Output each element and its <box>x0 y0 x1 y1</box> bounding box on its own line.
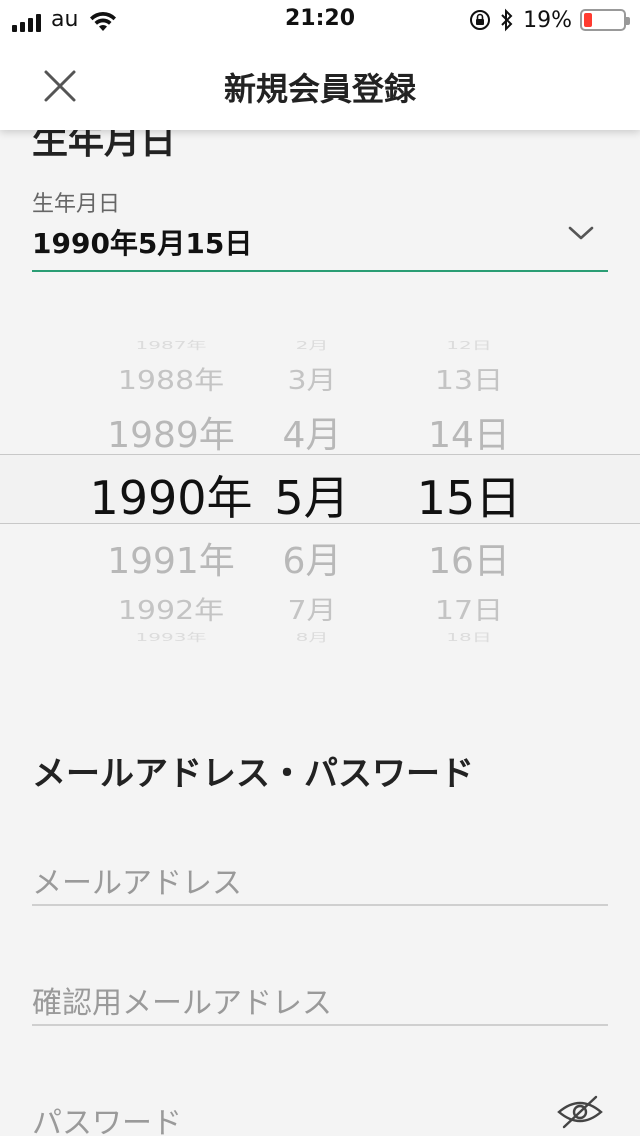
password-placeholder: パスワード <box>32 1106 182 1136</box>
password-field[interactable]: パスワード <box>32 1086 608 1136</box>
status-bar: au 21:20 19% <box>0 0 640 40</box>
picker-year-option[interactable]: 1991年 <box>76 532 266 584</box>
email-placeholder: メールアドレス <box>32 866 242 901</box>
picker-year-selected[interactable]: 1990年 <box>76 462 266 528</box>
picker-day-option[interactable]: 14日 <box>404 406 534 458</box>
page-title: 新規会員登録 <box>223 70 416 108</box>
picker-year-option[interactable]: 1992年 <box>76 589 266 626</box>
eye-off-icon[interactable] <box>556 1094 604 1130</box>
picker-year-option[interactable]: 1989年 <box>76 406 266 458</box>
picker-month-selected[interactable]: 5月 <box>262 462 362 528</box>
picker-day-option[interactable]: 13日 <box>404 359 534 396</box>
picker-day-option[interactable]: 17日 <box>404 589 534 626</box>
picker-day-column[interactable]: 12日 13日 14日 15日 16日 17日 18日 <box>404 322 534 652</box>
picker-day-option[interactable]: 18日 <box>404 629 534 645</box>
picker-day-selected[interactable]: 15日 <box>404 462 534 528</box>
chevron-down-icon <box>568 226 594 240</box>
picker-month-option[interactable]: 4月 <box>262 406 362 458</box>
picker-month-option[interactable]: 2月 <box>262 337 362 353</box>
picker-month-option[interactable]: 7月 <box>262 589 362 626</box>
email-confirm-placeholder: 確認用メールアドレス <box>32 986 332 1021</box>
screen: au 21:20 19% 新規会員登録 生年月日 生年月日 1990年5月15日… <box>0 0 640 1136</box>
orientation-lock-icon <box>470 10 491 30</box>
picker-month-option[interactable]: 8月 <box>262 629 362 645</box>
birthday-field[interactable]: 生年月日 1990年5月15日 <box>32 186 608 272</box>
status-right: 19% <box>469 7 630 33</box>
picker-day-option[interactable]: 16日 <box>404 532 534 584</box>
date-picker[interactable]: 1987年 1988年 1989年 1990年 1991年 1992年 1993… <box>0 322 640 652</box>
bluetooth-icon <box>501 8 513 32</box>
picker-day-option[interactable]: 12日 <box>404 337 534 353</box>
email-field[interactable]: メールアドレス <box>32 846 608 906</box>
picker-month-column[interactable]: 2月 3月 4月 5月 6月 7月 8月 <box>262 322 362 652</box>
picker-year-option[interactable]: 1988年 <box>76 359 266 396</box>
picker-year-option[interactable]: 1987年 <box>76 337 266 353</box>
battery-level <box>584 13 592 27</box>
picker-year-option[interactable]: 1993年 <box>76 629 266 645</box>
birthday-field-label: 生年月日 <box>32 192 121 217</box>
account-section-heading: メールアドレス・パスワード <box>32 754 474 794</box>
picker-month-option[interactable]: 6月 <box>262 532 362 584</box>
app-header: 新規会員登録 <box>0 40 640 130</box>
battery-percent: 19% <box>523 7 572 33</box>
picker-month-option[interactable]: 3月 <box>262 359 362 396</box>
email-confirm-field[interactable]: 確認用メールアドレス <box>32 966 608 1026</box>
battery-icon <box>580 9 630 31</box>
birthday-field-value: 1990年5月15日 <box>32 227 253 260</box>
picker-year-column[interactable]: 1987年 1988年 1989年 1990年 1991年 1992年 1993… <box>76 322 266 652</box>
